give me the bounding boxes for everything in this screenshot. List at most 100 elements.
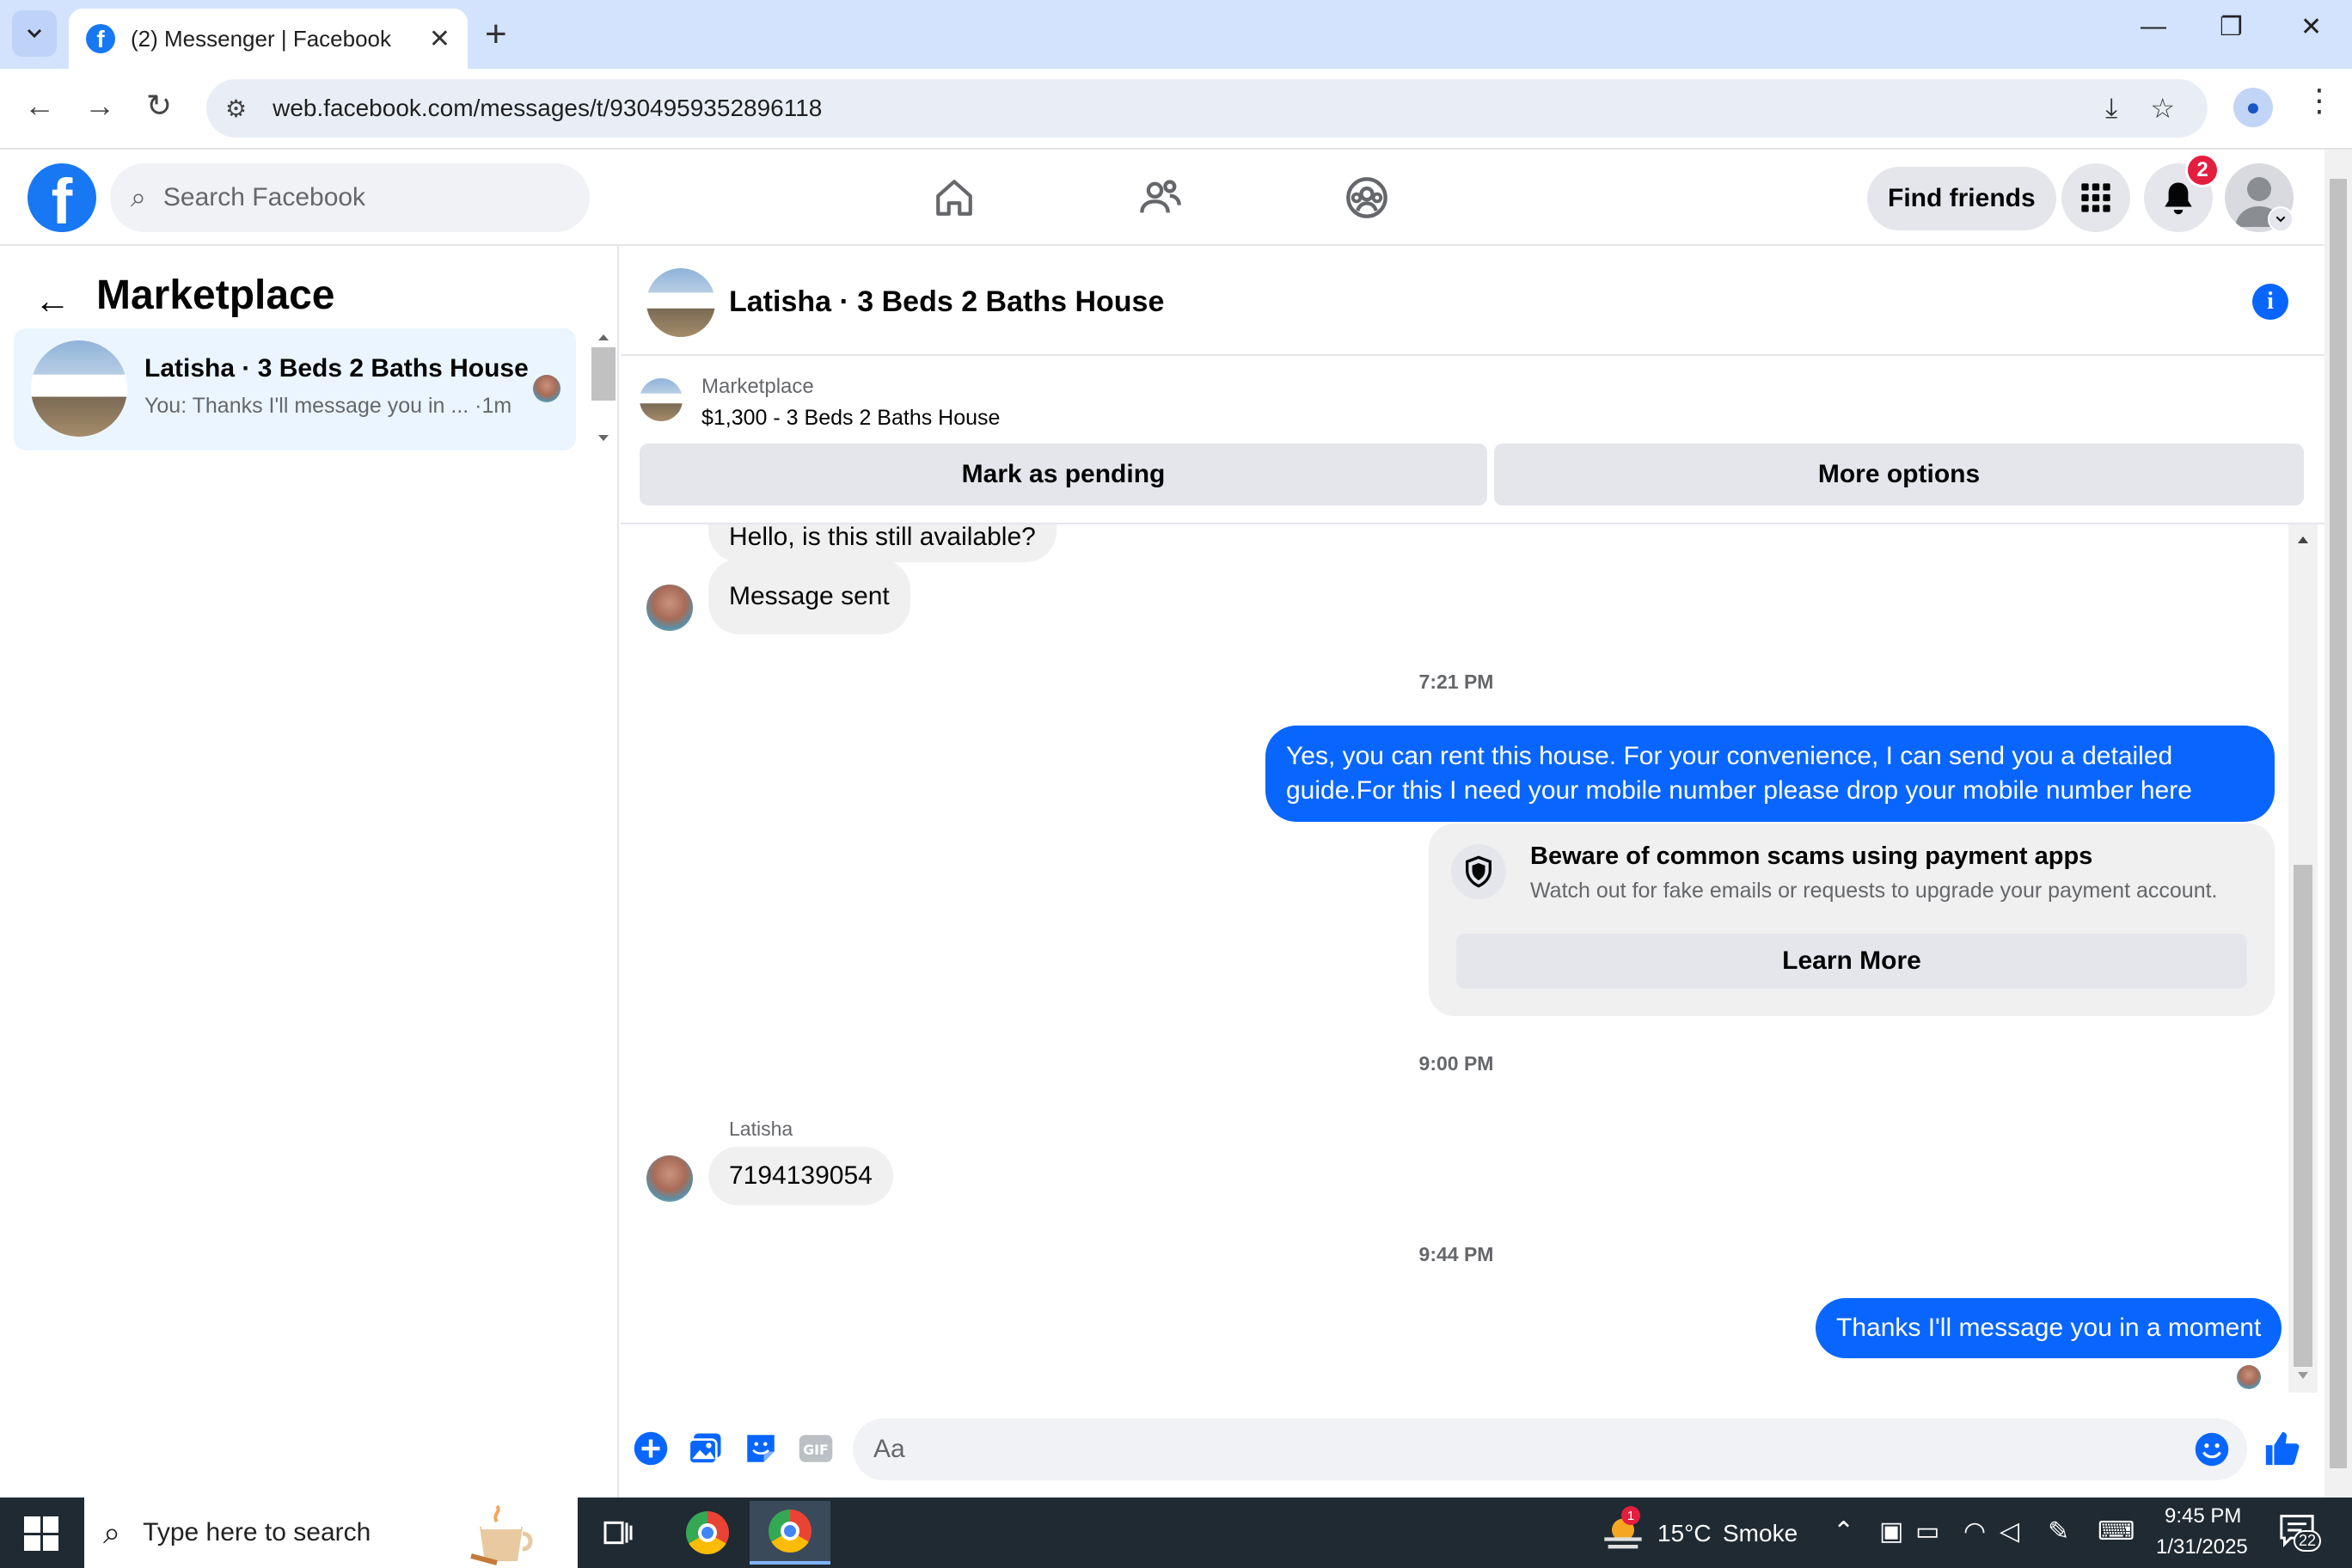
chat-house-avatar[interactable] bbox=[646, 268, 715, 337]
gif-icon[interactable]: GIF bbox=[796, 1429, 836, 1468]
message-bubble-sent: Thanks I'll message you in a moment bbox=[1816, 1298, 2282, 1358]
url-text[interactable]: web.facebook.com/messages/t/930495935289… bbox=[273, 95, 2105, 122]
conversation-name: Latisha · 3 Beds 2 Baths House bbox=[144, 354, 529, 383]
scam-warning-text: Watch out for fake emails or requests to… bbox=[1530, 879, 2218, 903]
tab-title: (2) Messenger | Facebook bbox=[131, 25, 391, 52]
sender-name: Latisha bbox=[729, 1118, 793, 1140]
facebook-search-input[interactable] bbox=[162, 183, 524, 212]
message-timestamp: 9:44 PM bbox=[1418, 1243, 1494, 1265]
like-thumbs-up-icon[interactable] bbox=[2263, 1429, 2302, 1468]
keyboard-icon[interactable]: ⌨ bbox=[2098, 1516, 2135, 1547]
message-timestamp: 9:00 PM bbox=[1418, 1052, 1494, 1075]
restore-icon[interactable]: ❐ bbox=[2220, 12, 2243, 42]
menu-grid-icon[interactable] bbox=[2061, 163, 2130, 232]
action-center-icon[interactable]: 22 bbox=[2278, 1513, 2330, 1556]
search-icon: ⌕ bbox=[131, 181, 146, 212]
tab-close-icon[interactable]: ✕ bbox=[429, 24, 450, 54]
weather-temperature[interactable]: 15°C bbox=[1657, 1520, 1712, 1547]
conversation-preview: You: Thanks I'll message you in ... ·1m bbox=[144, 394, 512, 418]
chat-title[interactable]: Latisha · 3 Beds 2 Baths House bbox=[729, 285, 1164, 319]
contact-avatar[interactable] bbox=[646, 585, 693, 631]
taskbar-search-text: Type here to search bbox=[143, 1518, 371, 1547]
notification-badge: 2 bbox=[2185, 153, 2220, 187]
message-bubble-sent: Yes, you can rent this house. For your c… bbox=[1265, 726, 2275, 822]
back-arrow-icon[interactable]: ← bbox=[24, 88, 55, 124]
facebook-search-box[interactable]: ⌕ bbox=[110, 163, 590, 232]
minimize-icon[interactable]: — bbox=[2141, 12, 2166, 41]
scam-warning-card: Beware of common scams using payment app… bbox=[1429, 824, 2275, 1016]
bookmark-star-icon[interactable]: ☆ bbox=[2150, 92, 2175, 125]
back-arrow-icon[interactable]: ← bbox=[34, 280, 70, 322]
weather-description[interactable]: Smoke bbox=[1723, 1520, 1798, 1547]
facebook-logo-icon[interactable]: f bbox=[28, 163, 96, 232]
photo-gallery-icon[interactable] bbox=[686, 1429, 726, 1468]
sidebar-scrollbar[interactable] bbox=[590, 328, 617, 450]
message-line: Yes, you can rent this house. For your c… bbox=[1286, 742, 2173, 770]
learn-more-button[interactable]: Learn More bbox=[1456, 934, 2247, 989]
messages-scrollbar-thumb[interactable] bbox=[2294, 865, 2312, 1367]
windows-start-icon[interactable] bbox=[24, 1516, 58, 1551]
page-scrollbar[interactable] bbox=[2324, 150, 2352, 1498]
message-timestamp: 7:21 PM bbox=[1418, 671, 1494, 693]
battery-icon[interactable]: ▭ bbox=[1915, 1516, 1939, 1547]
taskbar-time[interactable]: 9:45 PM bbox=[2165, 1504, 2241, 1528]
emoji-icon[interactable] bbox=[2194, 1431, 2230, 1467]
friends-nav-icon[interactable] bbox=[1133, 170, 1188, 225]
info-icon[interactable]: i bbox=[2252, 284, 2288, 320]
address-bar[interactable]: ⚙ web.facebook.com/messages/t/9304959352… bbox=[206, 79, 2208, 138]
house-thumbnail bbox=[31, 340, 127, 437]
tray-chevron-up-icon[interactable]: ⌃ bbox=[1833, 1516, 1854, 1547]
taskbar-search-box[interactable]: ⌕ Type here to search bbox=[84, 1498, 578, 1568]
browser-toolbar: ← → ↻ ⚙ web.facebook.com/messages/t/9304… bbox=[0, 69, 2352, 150]
meet-now-icon[interactable]: ▣ bbox=[1879, 1516, 1903, 1547]
message-input-box[interactable] bbox=[853, 1418, 2247, 1480]
browser-tab-messenger[interactable]: f (2) Messenger | Facebook ✕ bbox=[69, 9, 468, 69]
contact-avatar[interactable] bbox=[646, 1155, 693, 1202]
coffee-cup-icon bbox=[470, 1504, 533, 1565]
windows-taskbar: ⌕ Type here to search 1 15°C Smoke ⌃ ▣ ▭… bbox=[0, 1498, 2352, 1568]
listing-thumbnail[interactable] bbox=[640, 378, 683, 421]
sticker-icon[interactable] bbox=[741, 1429, 781, 1468]
facebook-header: f ⌕ Find friends bbox=[0, 150, 2324, 246]
read-receipt-avatar bbox=[2237, 1365, 2261, 1389]
message-bubble-received: 7194139054 bbox=[708, 1147, 893, 1205]
find-friends-button[interactable]: Find friends bbox=[1867, 167, 2056, 230]
svg-text:GIF: GIF bbox=[803, 1442, 829, 1458]
browser-profile-icon[interactable]: ● bbox=[2233, 88, 2273, 127]
pen-icon[interactable]: ✎ bbox=[2048, 1516, 2069, 1547]
seen-avatar bbox=[533, 375, 560, 402]
account-chevron-icon[interactable] bbox=[2268, 206, 2294, 232]
home-nav-icon[interactable] bbox=[927, 170, 982, 225]
page-scrollbar-thumb[interactable] bbox=[2330, 179, 2347, 1468]
chrome-taskbar-icon[interactable] bbox=[667, 1501, 748, 1565]
more-options-button[interactable]: More options bbox=[1494, 444, 2304, 505]
messages-scrollbar[interactable] bbox=[2288, 524, 2318, 1393]
site-settings-icon[interactable]: ⚙ bbox=[225, 95, 247, 123]
plus-circle-icon[interactable] bbox=[631, 1429, 671, 1468]
forward-arrow-icon[interactable]: → bbox=[84, 88, 115, 124]
chrome-active-taskbar-icon[interactable] bbox=[750, 1501, 830, 1565]
marketplace-sidebar: ← Marketplace Latisha · 3 Beds 2 Baths H… bbox=[0, 246, 619, 1498]
message-line: guide.For this I need your mobile number… bbox=[1286, 776, 2192, 805]
conversation-item[interactable]: Latisha · 3 Beds 2 Baths House You: Than… bbox=[14, 328, 576, 450]
scam-warning-title: Beware of common scams using payment app… bbox=[1530, 842, 2093, 870]
weather-alert-badge: 1 bbox=[1621, 1506, 1640, 1525]
wifi-icon[interactable]: ◠ bbox=[1963, 1516, 1986, 1547]
window-close-icon[interactable]: ✕ bbox=[2300, 12, 2322, 42]
new-tab-button[interactable]: + bbox=[485, 14, 507, 55]
mark-as-pending-button[interactable]: Mark as pending bbox=[640, 444, 1487, 505]
message-input[interactable] bbox=[873, 1435, 2146, 1464]
sidebar-title: Marketplace bbox=[96, 273, 335, 318]
groups-nav-icon[interactable] bbox=[1339, 170, 1394, 225]
reload-icon[interactable]: ↻ bbox=[146, 88, 172, 124]
task-view-icon[interactable] bbox=[578, 1501, 658, 1565]
browser-tabstrip: f (2) Messenger | Facebook ✕ + — ❐ ✕ bbox=[0, 0, 2352, 69]
tab-search-button[interactable] bbox=[12, 10, 57, 57]
install-app-icon[interactable]: ⤓ bbox=[2105, 92, 2117, 125]
listing-price-title[interactable]: $1,300 - 3 Beds 2 Baths House bbox=[701, 406, 1000, 431]
volume-icon[interactable]: ◁ bbox=[2000, 1516, 2019, 1547]
browser-menu-icon[interactable]: ⋮ bbox=[2304, 83, 2335, 119]
notification-count-badge: 22 bbox=[2294, 1530, 2322, 1552]
taskbar-date[interactable]: 1/31/2025 bbox=[2156, 1535, 2248, 1559]
message-bubble-partial: Hello, is this still available? bbox=[708, 524, 1057, 562]
